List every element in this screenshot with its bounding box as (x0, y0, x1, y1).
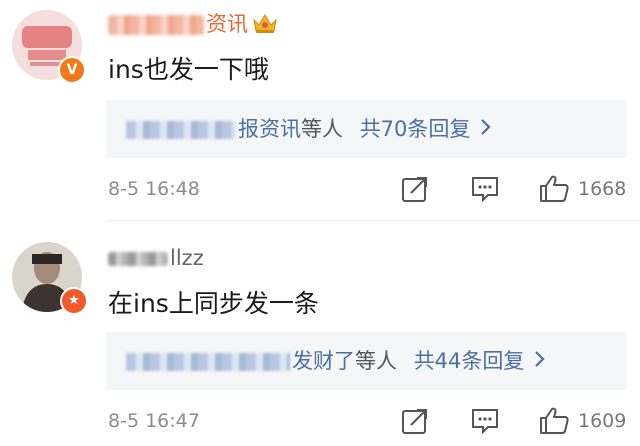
reply-count[interactable]: 共70条回复 (360, 117, 471, 141)
comment-icon[interactable] (470, 174, 500, 204)
username-visible-text: 资讯 (206, 12, 248, 36)
reply-name-visible: 发财了 (292, 349, 355, 373)
reply-others: 等人 (355, 349, 397, 373)
blurred-reply-name (126, 121, 236, 139)
reply-count[interactable]: 共44条回复 (414, 349, 525, 373)
comment-date: 8-5 16:47 (108, 410, 200, 432)
like-icon[interactable] (538, 406, 569, 436)
verified-badge-icon: V (58, 56, 86, 84)
reply-summary[interactable]: 发财了等人 共44条回复 (106, 332, 626, 390)
chevron-right-icon (534, 332, 546, 390)
like-count: 1668 (578, 178, 627, 200)
member-badge-icon: ★ (60, 287, 88, 315)
share-icon[interactable] (400, 174, 430, 204)
comment-date: 8-5 16:48 (108, 178, 200, 200)
reply-summary[interactable]: 报资讯等人 共70条回复 (106, 100, 626, 158)
comment-text: ins也发一下哦 (108, 55, 269, 84)
username[interactable]: 资讯 (108, 8, 278, 39)
chevron-right-icon (480, 100, 492, 158)
reply-name-visible: 报资讯 (238, 117, 301, 141)
share-icon[interactable] (400, 406, 430, 436)
blurred-username-part (108, 252, 168, 266)
comment-icon[interactable] (470, 406, 500, 436)
username-visible-text: llzz (170, 246, 204, 270)
comment-text: 在ins上同步发一条 (108, 289, 319, 318)
username[interactable]: llzz (108, 246, 204, 270)
divider (108, 220, 640, 221)
blurred-username-part (108, 15, 204, 35)
like-icon[interactable] (538, 174, 569, 204)
comment-item: ★ llzz 在ins上同步发一条 发财了等人 共44条回复 8-5 16:47… (0, 230, 640, 446)
blurred-reply-name (126, 353, 290, 371)
comment-item: V 资讯 ins也发一下哦 报资讯等人 共70条回复 8-5 16:48 166… (0, 0, 640, 218)
reply-others: 等人 (301, 117, 343, 141)
like-count: 1609 (578, 410, 627, 432)
crown-icon (252, 12, 278, 39)
